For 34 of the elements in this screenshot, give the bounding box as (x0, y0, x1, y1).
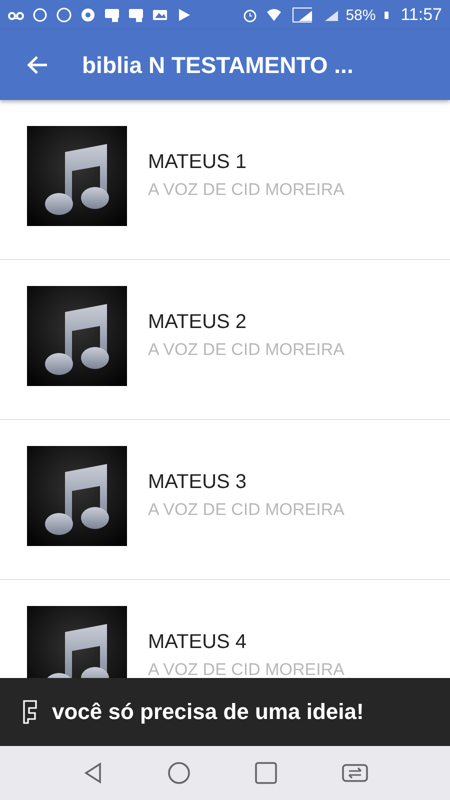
switch-icon[interactable] (340, 762, 368, 784)
circle-icon (56, 7, 72, 23)
banner-text: você só precisa de uma ideia! (52, 699, 364, 725)
music-note-icon (27, 286, 127, 386)
music-note-icon (27, 446, 127, 546)
back-icon[interactable] (82, 761, 104, 785)
app-title: biblia N TESTAMENTO ... (82, 52, 354, 78)
track-title: MATEUS 1 (148, 151, 248, 174)
music-note-icon (27, 606, 127, 678)
browser-icon (80, 7, 96, 23)
ad-banner[interactable]: você só precisa de uma ideia! (0, 678, 450, 746)
track-item[interactable]: MATEUS 2 A VOZ DE CID MOREIRA (0, 260, 450, 420)
message-icon (104, 7, 120, 23)
home-icon[interactable] (166, 761, 190, 785)
recents-icon[interactable] (254, 761, 278, 785)
message-icon (128, 7, 144, 23)
track-title: MATEUS 2 (148, 311, 248, 334)
ad-logo-icon (22, 699, 38, 725)
track-subtitle: A VOZ DE CID MOREIRA (148, 340, 344, 360)
track-item[interactable]: MATEUS 1 A VOZ DE CID MOREIRA (0, 100, 450, 260)
track-title: MATEUS 4 (148, 631, 248, 654)
alarm-icon (242, 7, 258, 23)
wifi-icon (266, 7, 282, 23)
play-icon (176, 7, 192, 23)
track-subtitle: A VOZ DE CID MOREIRA (148, 180, 344, 200)
track-subtitle: A VOZ DE CID MOREIRA (148, 660, 344, 678)
battery-percentage: 58% (346, 6, 376, 24)
image-icon (152, 7, 168, 23)
music-note-icon (27, 126, 127, 226)
track-item[interactable]: MATEUS 3 A VOZ DE CID MOREIRA (0, 420, 450, 580)
track-subtitle: A VOZ DE CID MOREIRA (148, 500, 344, 520)
clock-time: 11:57 (400, 5, 442, 25)
track-title: MATEUS 3 (148, 471, 248, 494)
signal-icon (290, 7, 312, 23)
